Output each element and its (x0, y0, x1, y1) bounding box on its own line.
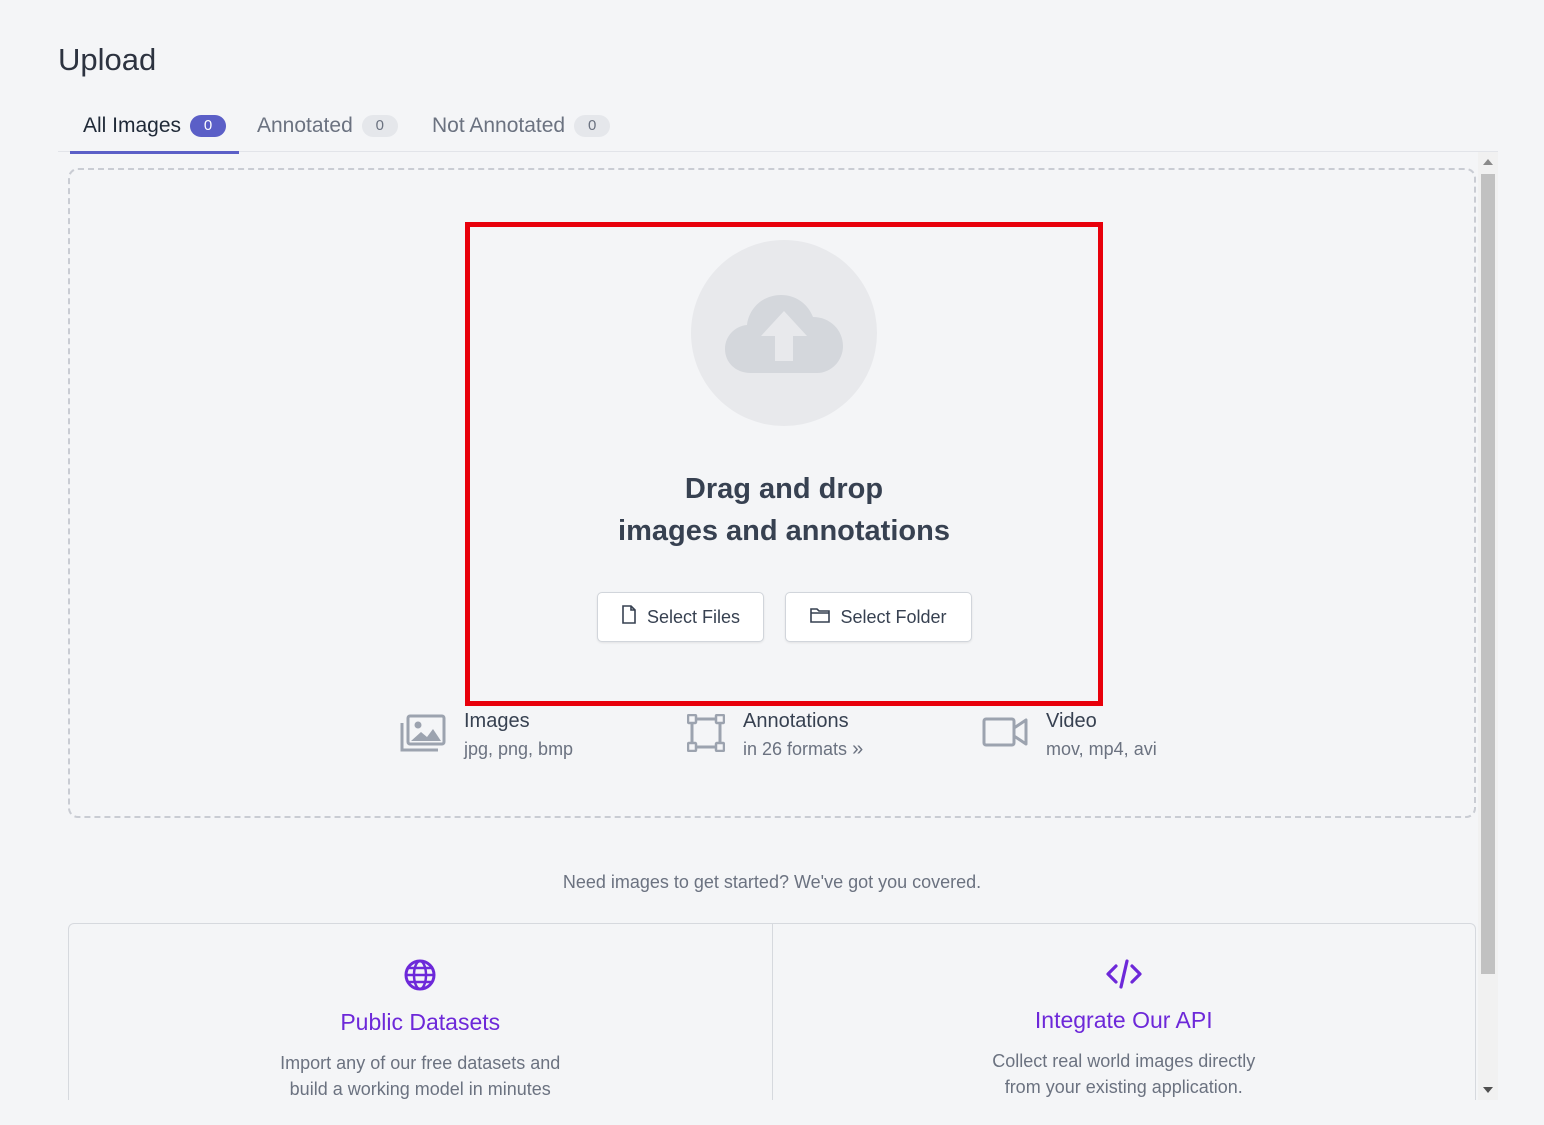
resource-cards: Public Datasets Import any of our free d… (68, 923, 1476, 1100)
select-files-button[interactable]: Select Files (597, 592, 764, 642)
images-icon (400, 714, 446, 757)
tab-not-annotated[interactable]: Not Annotated 0 (432, 100, 611, 152)
format-sub: in 26 formats (743, 739, 848, 759)
format-annotations: Annotations in 26 formats » (686, 708, 863, 764)
tab-label: All Images (83, 114, 182, 137)
tab-count-badge: 0 (190, 115, 227, 137)
dropzone[interactable]: Drag and drop images and annotations Sel… (68, 168, 1476, 818)
format-images: Images jpg, png, bmp (400, 708, 573, 764)
upload-scroll-area: Drag and drop images and annotations Sel… (58, 152, 1498, 1100)
annotation-formats-link[interactable]: in 26 formats » (743, 734, 863, 764)
select-folder-label: Select Folder (840, 606, 947, 627)
format-name: Video (1046, 710, 1097, 732)
format-video: Video mov, mp4, avi (982, 708, 1157, 764)
card-description: Collect real world images directly from … (773, 1048, 1476, 1100)
card-desc-line: build a working model in minutes (289, 1079, 551, 1099)
globe-icon (403, 959, 437, 996)
scroll-up-arrow[interactable] (1483, 159, 1493, 165)
select-folder-button[interactable]: Select Folder (785, 592, 972, 642)
scroll-down-arrow[interactable] (1483, 1087, 1493, 1093)
card-description: Import any of our free datasets and buil… (69, 1050, 772, 1100)
dropzone-title-line2: images and annotations (618, 515, 950, 547)
card-desc-line: Import any of our free datasets and (280, 1053, 561, 1073)
format-sub: mov, mp4, avi (1046, 739, 1157, 759)
cloud-upload-icon (691, 240, 877, 426)
tab-label: Not Annotated (432, 114, 566, 137)
dropzone-title: Drag and drop images and annotations (465, 468, 1103, 552)
card-title: Public Datasets (340, 1009, 501, 1035)
double-chevron-right-icon: » (852, 738, 864, 760)
format-name: Images (464, 710, 530, 732)
tab-count-badge: 0 (574, 115, 611, 137)
select-files-label: Select Files (646, 606, 741, 627)
tab-count-badge: 0 (361, 115, 398, 137)
folder-icon (810, 607, 831, 628)
format-sub: jpg, png, bmp (464, 739, 574, 759)
dropzone-title-line1: Drag and drop (684, 473, 884, 505)
integrate-api-card[interactable]: Integrate Our API Collect real world ima… (771, 924, 1476, 1100)
help-text: Need images to get started? We've got yo… (562, 872, 982, 892)
card-desc-line: from your existing application. (1004, 1077, 1243, 1097)
vertical-scrollbar[interactable] (1478, 152, 1498, 1100)
tab-annotated[interactable]: Annotated 0 (257, 100, 398, 152)
scrollbar-thumb[interactable] (1481, 174, 1495, 974)
card-desc-line: Collect real world images directly (992, 1051, 1256, 1071)
video-camera-icon (982, 716, 1028, 753)
format-name: Annotations (743, 710, 849, 732)
tab-all-images[interactable]: All Images 0 (70, 100, 240, 154)
tab-bar: All Images 0 Annotated 0 Not Annotated 0 (58, 100, 1498, 154)
page-title: Upload (58, 42, 157, 77)
public-datasets-card[interactable]: Public Datasets Import any of our free d… (69, 924, 772, 1100)
bounding-box-icon (686, 713, 726, 757)
tab-label: Annotated (257, 114, 353, 137)
card-title: Integrate Our API (1034, 1007, 1213, 1033)
code-icon (1105, 959, 1143, 994)
file-icon (621, 605, 637, 629)
